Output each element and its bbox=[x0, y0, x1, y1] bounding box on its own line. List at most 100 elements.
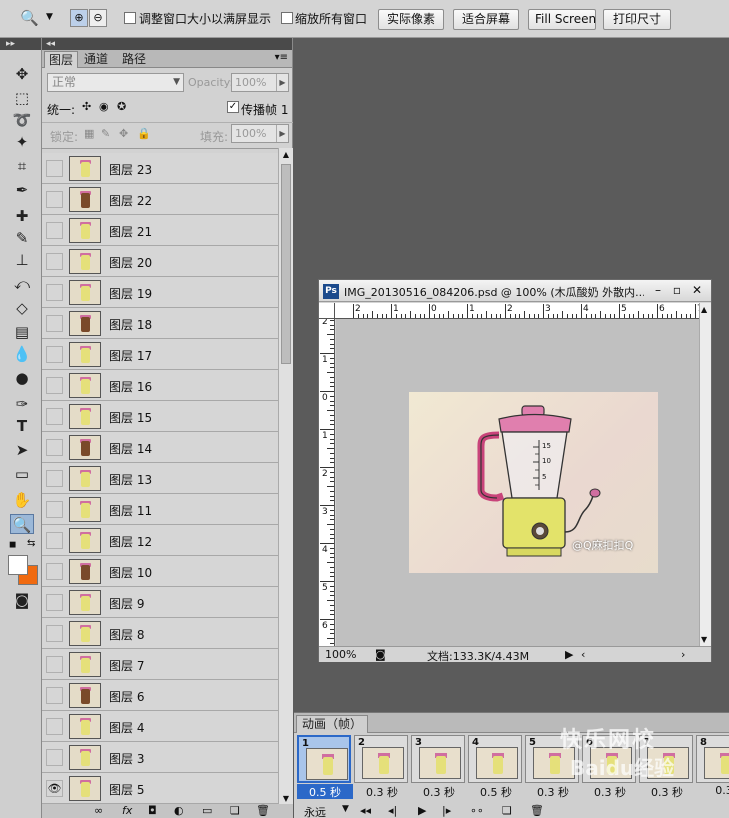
brush-tool-icon[interactable]: ✎ bbox=[10, 228, 34, 248]
scroll-down-icon[interactable]: ▼ bbox=[701, 635, 707, 644]
layer-row[interactable]: 图层 19 bbox=[42, 277, 278, 308]
frame-box[interactable]: 3 bbox=[411, 735, 465, 783]
frame-delay[interactable]: 0.3 秒 bbox=[354, 784, 410, 799]
blur-tool-icon[interactable]: 💧 bbox=[10, 344, 34, 364]
tween-icon[interactable]: ∘∘ bbox=[470, 804, 484, 817]
animation-frame[interactable]: 4 0.5 秒 bbox=[468, 735, 524, 801]
crop-tool-icon[interactable]: ⌗ bbox=[10, 156, 34, 176]
visibility-toggle[interactable] bbox=[46, 222, 63, 239]
layer-row[interactable]: 图层 13 bbox=[42, 463, 278, 494]
fill-screen-button[interactable]: Fill Screen bbox=[528, 9, 596, 30]
ruler-origin[interactable] bbox=[319, 303, 335, 319]
frame-box[interactable]: 8 bbox=[696, 735, 729, 783]
delete-layer-icon[interactable]: 🗑 bbox=[256, 804, 270, 817]
minimize-icon[interactable]: – bbox=[651, 283, 665, 297]
layer-row[interactable]: 图层 4 bbox=[42, 711, 278, 742]
loop-dropdown-icon[interactable]: ▼ bbox=[342, 804, 349, 814]
frame-delay[interactable]: 0.3 bbox=[696, 784, 729, 799]
healing-brush-icon[interactable]: ✚ bbox=[10, 206, 34, 226]
unify-visibility-icon[interactable]: ◉ bbox=[99, 100, 109, 113]
scroll-up-icon[interactable]: ▲ bbox=[279, 148, 293, 162]
swap-colors-icon[interactable]: ⇆ bbox=[27, 538, 35, 549]
layer-style-icon[interactable]: fx bbox=[122, 804, 132, 817]
layer-row[interactable]: 图层 20 bbox=[42, 246, 278, 277]
new-layer-icon[interactable]: ❏ bbox=[230, 804, 240, 817]
tools-grip[interactable]: ▸▸ bbox=[0, 38, 41, 50]
vertical-ruler[interactable]: 2 1 0 1 2 3 4 5 6 bbox=[319, 319, 335, 646]
layer-row[interactable]: 图层 10 bbox=[42, 556, 278, 587]
visibility-toggle[interactable] bbox=[46, 284, 63, 301]
frame-delay[interactable]: 0.3 秒 bbox=[639, 784, 695, 799]
close-icon[interactable]: ✕ bbox=[690, 283, 704, 297]
frame-box[interactable]: 4 bbox=[468, 735, 522, 783]
panel-menu-icon[interactable]: ▾≡ bbox=[275, 52, 288, 63]
visibility-toggle[interactable] bbox=[46, 315, 63, 332]
layer-list-scrollbar[interactable]: ▲ ▼ bbox=[278, 148, 293, 806]
layer-row[interactable]: 图层 23 bbox=[42, 153, 278, 184]
marquee-tool-icon[interactable]: ⬚ bbox=[10, 88, 34, 108]
tab-layers[interactable]: 图层 bbox=[44, 51, 79, 68]
frame-box[interactable]: 2 bbox=[354, 735, 408, 783]
blend-mode-select[interactable]: 正常 ▼ bbox=[47, 73, 184, 92]
status-menu-arrow-icon[interactable]: ▶ bbox=[565, 648, 573, 661]
type-tool-icon[interactable]: T bbox=[10, 416, 34, 436]
path-select-icon[interactable]: ➤ bbox=[10, 440, 34, 460]
layers-grip[interactable]: ◂◂ bbox=[42, 38, 292, 50]
unify-position-icon[interactable]: ✣ bbox=[82, 100, 91, 113]
tab-paths[interactable]: 路径 bbox=[118, 51, 150, 68]
layer-row[interactable]: 图层 3 bbox=[42, 742, 278, 773]
visibility-toggle[interactable] bbox=[46, 749, 63, 766]
opacity-arrow-icon[interactable]: ▶ bbox=[276, 74, 288, 91]
frame-box[interactable]: 1 bbox=[297, 735, 351, 783]
layer-row[interactable]: 图层 21 bbox=[42, 215, 278, 246]
layer-row[interactable]: 图层 17 bbox=[42, 339, 278, 370]
next-frame-icon[interactable]: |▸ bbox=[442, 804, 451, 817]
fill-arrow-icon[interactable]: ▶ bbox=[276, 125, 288, 142]
gradient-tool-icon[interactable]: ▤ bbox=[10, 322, 34, 342]
link-layers-icon[interactable]: ∞ bbox=[94, 804, 103, 817]
delete-frame-icon[interactable]: 🗑 bbox=[530, 804, 544, 817]
frame-delay[interactable]: 0.3 秒 bbox=[411, 784, 467, 799]
visibility-toggle[interactable] bbox=[46, 687, 63, 704]
layer-row[interactable]: 图层 14 bbox=[42, 432, 278, 463]
visibility-toggle[interactable] bbox=[46, 563, 63, 580]
fit-screen-button[interactable]: 适合屏幕 bbox=[453, 9, 519, 30]
play-icon[interactable]: ▶ bbox=[418, 804, 426, 817]
animation-frame[interactable]: 3 0.3 秒 bbox=[411, 735, 467, 801]
visibility-toggle[interactable] bbox=[46, 408, 63, 425]
layer-row[interactable]: 图层 18 bbox=[42, 308, 278, 339]
maximize-icon[interactable]: ▫ bbox=[670, 283, 684, 297]
layer-row[interactable]: 图层 7 bbox=[42, 649, 278, 680]
add-mask-icon[interactable]: ◘ bbox=[148, 804, 157, 817]
tab-animation[interactable]: 动画（帧） bbox=[296, 715, 369, 733]
visibility-toggle[interactable] bbox=[46, 656, 63, 673]
hand-tool-icon[interactable]: ✋ bbox=[10, 490, 34, 510]
history-brush-icon[interactable]: ⤺ bbox=[10, 274, 34, 294]
visibility-toggle[interactable] bbox=[46, 377, 63, 394]
opacity-field[interactable]: 100% ▶ bbox=[231, 73, 289, 92]
unify-style-icon[interactable]: ✪ bbox=[117, 100, 126, 113]
pen-tool-icon[interactable]: ✑ bbox=[10, 394, 34, 414]
loop-select[interactable]: 永远 bbox=[304, 804, 326, 818]
default-colors-icon[interactable]: ◼ bbox=[9, 540, 16, 550]
lock-position-icon[interactable]: ✥ bbox=[119, 127, 128, 140]
layer-row[interactable]: 图层 16 bbox=[42, 370, 278, 401]
lock-all-icon[interactable]: 🔒 bbox=[137, 127, 151, 140]
visibility-toggle[interactable] bbox=[46, 160, 63, 177]
stamp-tool-icon[interactable]: ⊥ bbox=[10, 250, 34, 270]
previous-frame-icon[interactable]: ◂| bbox=[388, 804, 397, 817]
frame-delay[interactable]: 0.3 秒 bbox=[582, 784, 638, 799]
visibility-toggle[interactable] bbox=[46, 191, 63, 208]
layer-row[interactable]: 图层 15 bbox=[42, 401, 278, 432]
frame-delay[interactable]: 0.5 秒 bbox=[297, 784, 353, 799]
visibility-toggle[interactable] bbox=[46, 439, 63, 456]
zoom-in-icon[interactable]: ⊕ bbox=[70, 9, 88, 27]
zoom-tool-preset-icon[interactable]: 🔍 bbox=[20, 9, 39, 27]
visibility-toggle[interactable] bbox=[46, 346, 63, 363]
dodge-tool-icon[interactable]: ● bbox=[10, 368, 34, 388]
horizontal-ruler[interactable]: 2101234567 bbox=[335, 303, 699, 319]
document-vertical-scrollbar[interactable]: ▲ ▼ bbox=[699, 303, 711, 646]
zoom-out-icon[interactable]: ⊖ bbox=[89, 9, 107, 27]
eraser-tool-icon[interactable]: ◇ bbox=[10, 298, 34, 318]
layer-row[interactable]: 图层 12 bbox=[42, 525, 278, 556]
